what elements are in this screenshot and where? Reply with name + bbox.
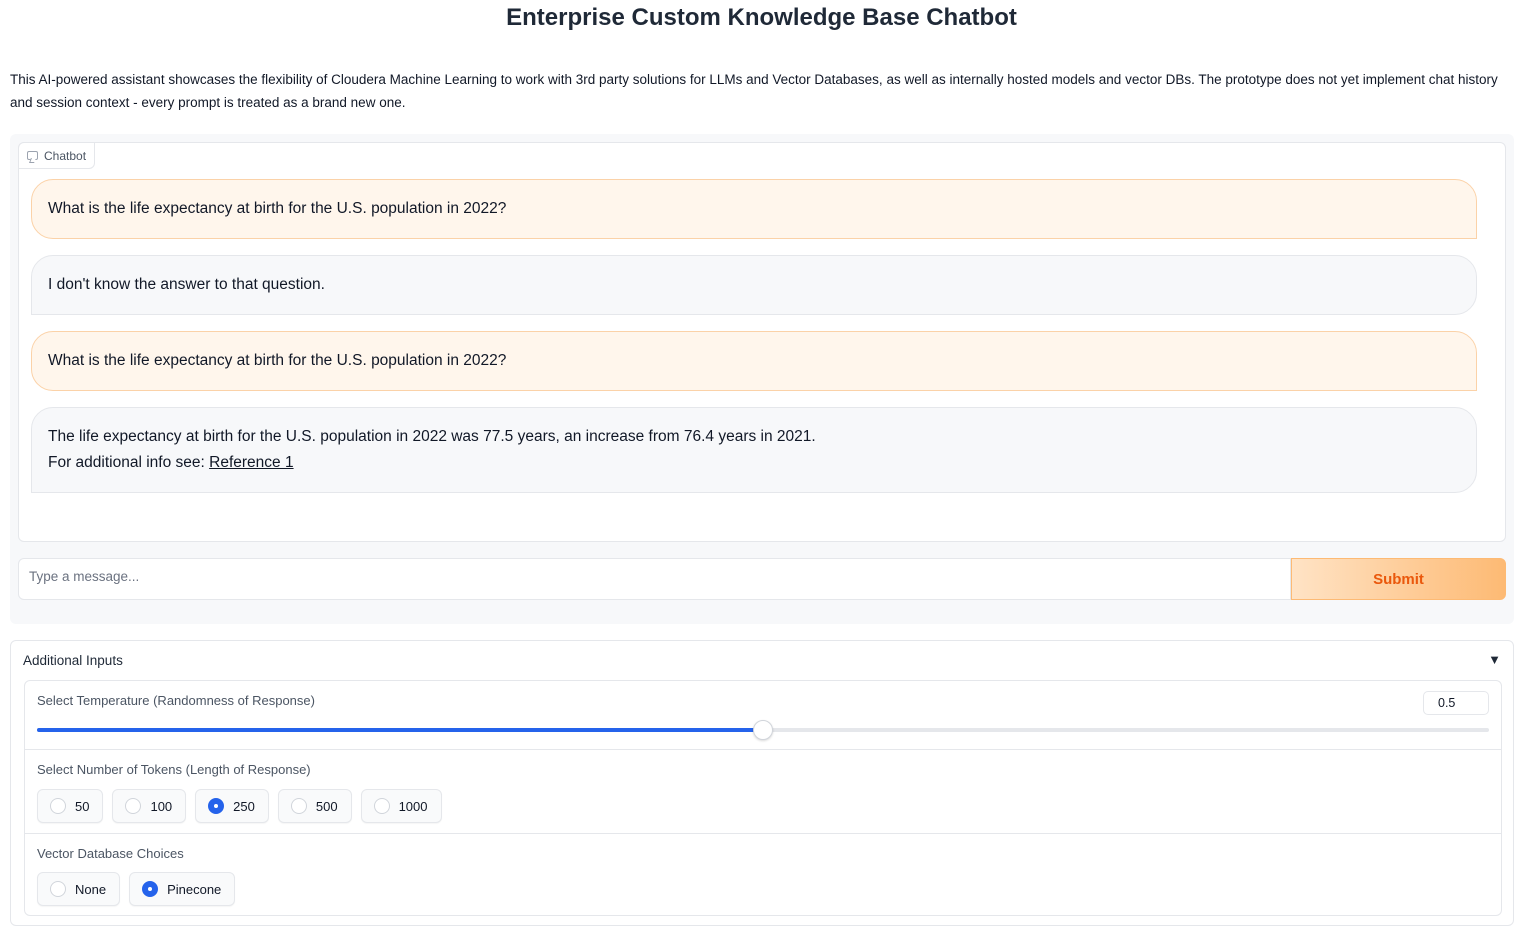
radio-circle-icon — [373, 798, 390, 814]
option-label: 1000 — [398, 798, 428, 814]
tokens-label: Select Number of Tokens (Length of Respo… — [37, 762, 311, 777]
vector-db-radio-group: None Pinecone — [37, 872, 236, 906]
option-label: 500 — [315, 798, 338, 814]
tokens-option[interactable]: 50 — [37, 789, 104, 823]
option-label: 50 — [75, 798, 90, 814]
option-label: None — [75, 881, 107, 897]
temperature-number-input[interactable]: 0.5 — [1423, 691, 1489, 715]
tokens-option[interactable]: 1000 — [360, 789, 442, 823]
composer-row: Submit — [18, 558, 1506, 600]
temperature-slider[interactable] — [37, 720, 1489, 740]
intro-description: This AI-powered assistant showcases the … — [10, 72, 1498, 110]
chat-panel: Chatbot What is the life expectancy at b… — [10, 134, 1514, 624]
submit-button[interactable]: Submit — [1291, 558, 1506, 600]
reference-line: For additional info see: Reference 1 — [48, 450, 1460, 476]
chatbot-label-tag: Chatbot — [18, 142, 96, 169]
chat-bubble-icon — [27, 151, 38, 160]
additional-inputs-panel: Select Temperature (Randomness of Respon… — [24, 680, 1502, 916]
option-label: 250 — [233, 798, 255, 814]
vector-db-option[interactable]: Pinecone — [129, 872, 236, 906]
radio-circle-icon — [125, 798, 142, 814]
tokens-block: Select Number of Tokens (Length of Respo… — [25, 749, 1501, 833]
message-text: I don't know the answer to that question… — [48, 276, 325, 293]
tokens-option[interactable]: 250 — [195, 789, 269, 823]
vector-db-label: Vector Database Choices — [37, 846, 184, 861]
reference-prefix: For additional info see: — [48, 454, 210, 471]
page-title: Enterprise Custom Knowledge Base Chatbot — [506, 4, 1017, 31]
radio-circle-icon — [208, 798, 225, 814]
reference-link[interactable]: Reference 1 — [209, 454, 293, 471]
chatbot-label: Chatbot — [44, 148, 87, 163]
slider-fill — [37, 728, 763, 732]
additional-inputs-title[interactable]: Additional Inputs — [23, 653, 123, 668]
radio-circle-icon — [50, 798, 66, 814]
message-text: What is the life expectancy at birth for… — [48, 352, 507, 369]
tokens-option[interactable]: 500 — [277, 789, 352, 823]
option-label: 100 — [150, 798, 173, 814]
message-text: What is the life expectancy at birth for… — [48, 200, 507, 217]
additional-inputs-accordion: Additional Inputs ▼ Select Temperature (… — [10, 640, 1514, 926]
user-message: What is the life expectancy at birth for… — [31, 331, 1477, 391]
radio-circle-icon — [290, 798, 307, 814]
message-text: The life expectancy at birth for the U.S… — [48, 428, 816, 445]
tokens-option[interactable]: 100 — [112, 789, 187, 823]
radio-circle-icon — [50, 881, 66, 897]
temperature-block: Select Temperature (Randomness of Respon… — [25, 681, 1501, 749]
chatbot-window: Chatbot What is the life expectancy at b… — [18, 142, 1506, 542]
tokens-radio-group: 50 100 250 500 1000 — [37, 789, 442, 823]
vector-db-option[interactable]: None — [37, 872, 121, 906]
slider-thumb[interactable] — [753, 720, 773, 740]
radio-circle-icon — [142, 881, 159, 897]
user-message: What is the life expectancy at birth for… — [31, 179, 1477, 239]
bot-message: I don't know the answer to that question… — [31, 255, 1477, 315]
message-input[interactable] — [18, 558, 1291, 600]
bot-message: The life expectancy at birth for the U.S… — [31, 407, 1477, 493]
temperature-label: Select Temperature (Randomness of Respon… — [37, 693, 315, 708]
option-label: Pinecone — [167, 881, 222, 897]
caret-down-icon[interactable]: ▼ — [1488, 652, 1501, 667]
vector-db-block: Vector Database Choices None Pinecone — [25, 833, 1501, 916]
